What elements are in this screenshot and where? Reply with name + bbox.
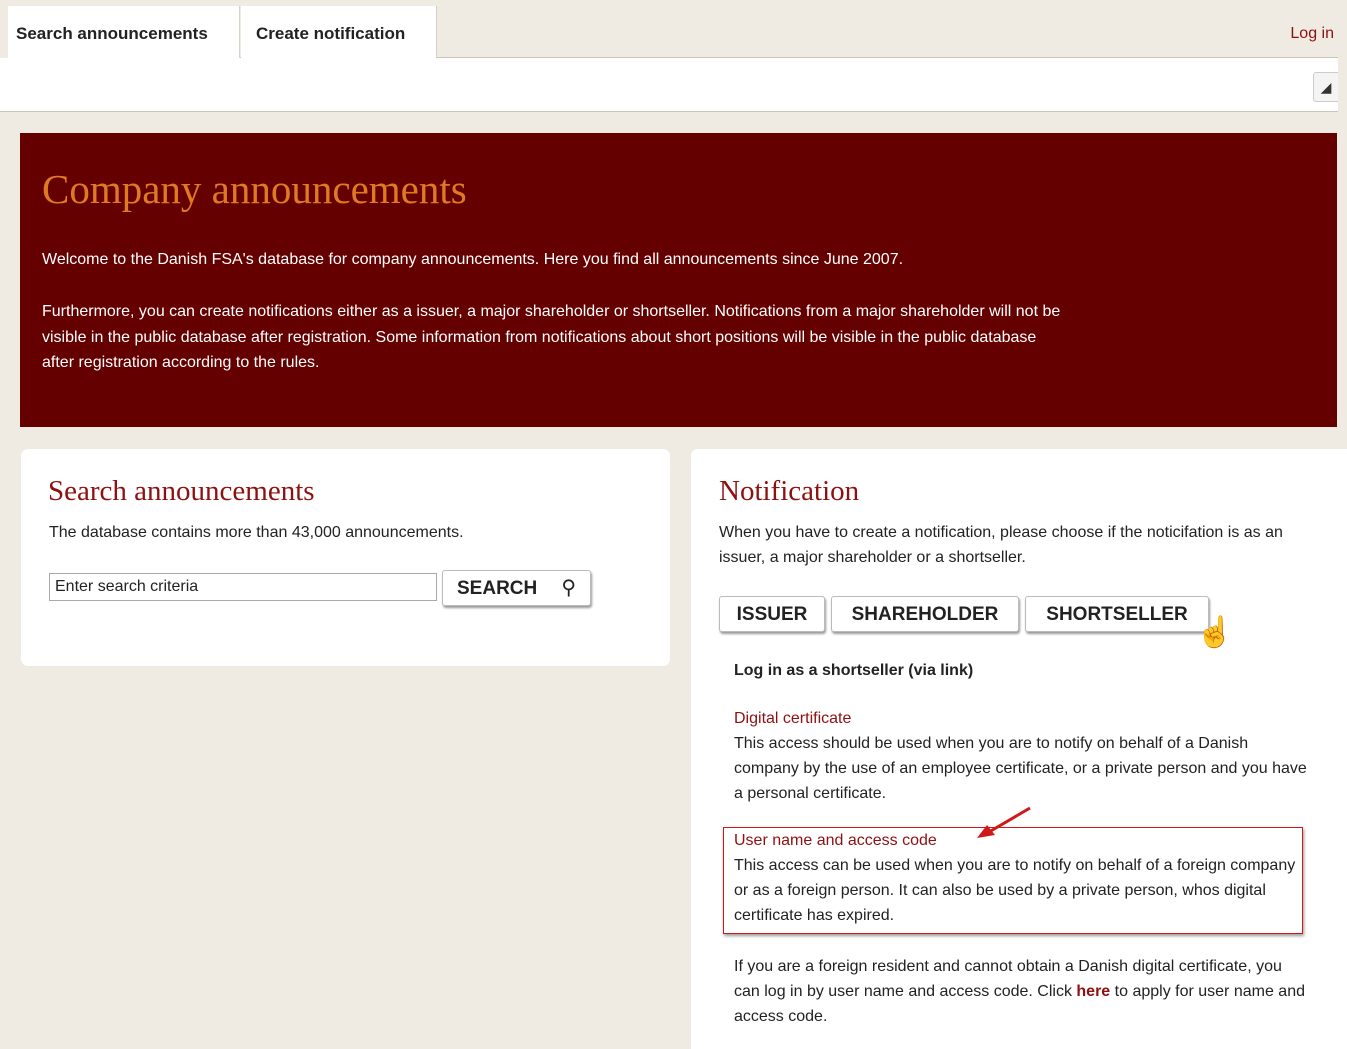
search-description: The database contains more than 43,000 a… [49,524,464,541]
login-link[interactable]: Log in [1290,25,1334,43]
highlight-box [723,827,1303,934]
tab-search-announcements[interactable]: Search announcements [8,6,240,58]
hero-intro: Welcome to the Danish FSA's database for… [42,251,904,268]
hand-cursor-icon: ☝ [1196,616,1234,649]
hero-description: Furthermore, you can create notification… [42,303,1061,371]
search-icon: ⚲ [561,577,576,599]
annotation-arrow-icon [977,806,1031,838]
search-input[interactable] [49,573,437,601]
top-nav: Search announcements Create notification… [8,6,1338,58]
search-button[interactable]: SEARCH ⚲ [442,570,591,606]
issuer-button[interactable]: ISSUER [719,596,825,632]
apply-here-link[interactable]: here [1076,983,1110,1000]
search-title: Search announcements [48,475,315,507]
search-button-label: SEARCH [457,578,538,599]
foreign-resident-text: If you are a foreign resident and cannot… [734,954,1309,1029]
hero-banner: Company announcements Welcome to the Dan… [20,133,1337,427]
speaker-icon[interactable]: ◢ [1313,72,1338,102]
sub-bar: ◢ [0,58,1338,112]
notification-description: When you have to create a notification, … [719,524,1283,566]
digital-certificate-link[interactable]: Digital certificate [734,706,1309,731]
login-heading: Log in as a shortseller (via link) [734,662,974,679]
notification-title: Notification [719,475,860,507]
tab-create-notification[interactable]: Create notification [241,6,437,58]
digital-certificate-text: This access should be used when you are … [734,735,1307,802]
notification-card: Notification When you have to create a n… [691,449,1347,1049]
shareholder-button[interactable]: SHAREHOLDER [831,596,1019,632]
page-title: Company announcements [42,166,467,212]
shortseller-button[interactable]: SHORTSELLER [1025,596,1209,632]
search-card: Search announcements The database contai… [21,449,670,666]
